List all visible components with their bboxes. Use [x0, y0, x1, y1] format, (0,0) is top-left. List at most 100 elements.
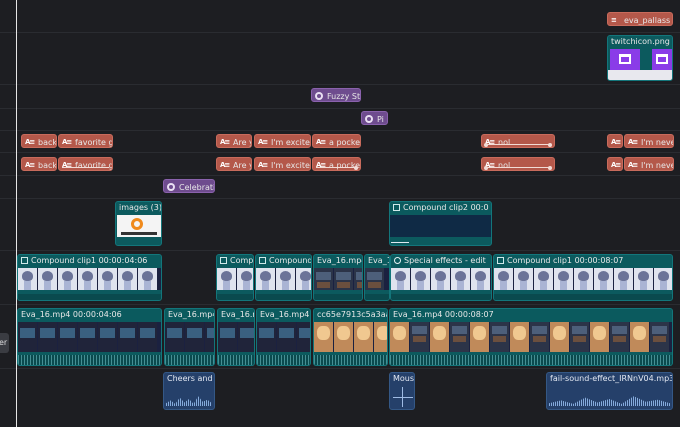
track-divider: [0, 32, 680, 33]
clip-label: favorite ga: [75, 160, 112, 170]
text-clip[interactable]: A≡I'm never: [624, 134, 674, 148]
text-clip[interactable]: A≡ nol: [481, 134, 555, 148]
special-effects-clip[interactable]: Special effects - edit: [390, 254, 492, 301]
overwatch-logo-thumbnail: [117, 215, 161, 237]
compound-clip[interactable]: Compound: [255, 254, 312, 301]
clip-label: Eva_16.mp4: [314, 255, 362, 267]
effect-clip-pi[interactable]: Pi: [361, 111, 388, 125]
text-clip[interactable]: A≡ I'm excited: [254, 157, 311, 171]
audio-waveform: [165, 355, 214, 365]
effect-clip-celebration[interactable]: Celebrati: [163, 179, 215, 193]
audio-clip-cheers[interactable]: Cheers and a: [163, 372, 215, 410]
video-clip-eva16[interactable]: Eva_16.mp4 00:00:08:07: [389, 308, 673, 366]
effect-icon: [167, 183, 175, 191]
side-panel-tab[interactable]: er: [0, 333, 9, 353]
clip-label: nol: [498, 160, 511, 170]
text-icon: A≡: [628, 138, 638, 146]
effect-clip-fuzzy[interactable]: Fuzzy St: [311, 88, 361, 102]
text-clip[interactable]: A≡ back: [21, 157, 57, 171]
text-clip[interactable]: A≡ nol: [481, 157, 555, 171]
effect-icon: [394, 257, 401, 264]
effect-icon: [315, 92, 323, 100]
compound-clip1[interactable]: Compound clip1 00:00:08:07: [493, 254, 673, 301]
text-clip[interactable]: A≡ Are y: [216, 157, 252, 171]
text-icon: A≡: [611, 138, 621, 146]
clip-timecode: 00:00:08:07: [574, 256, 624, 265]
text-clip[interactable]: A≡ I'm excited: [254, 134, 311, 148]
video-clip-eva16[interactable]: Eva_16.mp4: [164, 308, 215, 366]
clip-label: Eva_16.mp4: [21, 310, 71, 319]
audio-waveform: [166, 396, 212, 406]
clip-label: Eva_16.mp4: [218, 309, 254, 321]
clip-timecode: 00:00:04:06: [72, 310, 122, 319]
track-divider: [0, 130, 680, 131]
image-clip-images3[interactable]: images (3).p: [115, 201, 162, 246]
twitch-logo-thumbnail: [652, 49, 672, 71]
text-clip-eva-pallass[interactable]: ≡ eva_pallass: [607, 12, 673, 26]
audio-waveform: [390, 355, 672, 365]
clip-label: Eva_1: [365, 255, 389, 267]
video-clip-cc65[interactable]: cc65e7913c5a3aac: [313, 308, 388, 366]
track-divider: [0, 175, 680, 176]
compound-icon: [497, 257, 504, 264]
image-clip-twitchicon[interactable]: twitchicon.png: [607, 35, 673, 81]
compound-icon: [21, 257, 28, 264]
text-clip[interactable]: A≡I'm never: [624, 157, 674, 171]
clip-label: Celebrati: [179, 182, 215, 192]
clip-label: back: [38, 160, 57, 170]
clip-label: Special effects - edit: [404, 256, 486, 265]
video-clip[interactable]: Eva_1: [364, 254, 390, 301]
text-clip[interactable]: A≡ a pocket: [312, 134, 361, 148]
clip-label: I'm excited: [271, 137, 311, 147]
track-divider: [0, 152, 680, 153]
twitch-logo-thumbnail: [610, 49, 640, 71]
audio-clip-mouse[interactable]: Mouse: [389, 372, 415, 410]
track-divider: [0, 368, 680, 369]
audio-waveform: [18, 355, 161, 365]
video-clip[interactable]: Eva_16.mp4: [313, 254, 363, 301]
text-icon: A≡: [258, 138, 268, 146]
audio-waveform: [218, 355, 254, 365]
video-clip-eva16[interactable]: Eva_16.mp4: [256, 308, 311, 366]
audio-waveform: [314, 355, 387, 365]
clip-label: Eva_16.mp4: [165, 309, 214, 321]
clip-label: favorite ga: [75, 137, 112, 147]
clip-label: I'm excited: [271, 160, 311, 170]
compound-clip[interactable]: Compou: [216, 254, 254, 301]
text-icon: A≡: [25, 161, 35, 169]
clip-label: fail-sound-effect_IRNnV04.mp3: [550, 374, 673, 383]
clip-label: I'm never: [641, 137, 673, 147]
clip-label: twitchicon.png: [608, 36, 672, 48]
clip-label: Compound clip1: [507, 256, 573, 265]
audio-clip-fail-sound[interactable]: fail-sound-effect_IRNnV04.mp3: [546, 372, 673, 410]
timeline[interactable]: er ≡ eva_pallass twitchicon.png Fuzzy St …: [0, 0, 680, 427]
clip-label: I'm never: [641, 160, 673, 170]
text-icon: A≡: [316, 138, 326, 146]
clip-label: nol: [498, 137, 511, 147]
text-clip[interactable]: A≡ a pocket: [312, 157, 361, 171]
clip-timecode: 00:0: [470, 203, 489, 212]
audio-waveform: [257, 355, 310, 365]
effect-icon: [365, 115, 373, 123]
text-clip[interactable]: A≡I: [607, 157, 623, 171]
video-clip-eva16[interactable]: Eva_16.mp4: [217, 308, 255, 366]
playhead[interactable]: [16, 0, 17, 427]
compound-icon: [220, 257, 227, 264]
clip-label: Fuzzy St: [327, 91, 361, 101]
text-clip[interactable]: A≡favorite ga: [58, 157, 113, 171]
track-divider: [0, 304, 680, 305]
text-icon: A≡: [258, 161, 268, 169]
text-clip[interactable]: A≡ back: [21, 134, 57, 148]
text-clip[interactable]: A≡ Are y: [216, 134, 252, 148]
compound-clip2[interactable]: Compound clip2 00:0: [389, 201, 492, 246]
clip-label: Are y: [233, 137, 252, 147]
clip-label: cc65e7913c5a3aac: [314, 309, 387, 321]
text-icon: A≡: [25, 138, 35, 146]
text-icon: A≡: [611, 161, 621, 169]
text-clip[interactable]: A≡I: [607, 134, 623, 148]
clip-label: eva_pallass: [624, 15, 671, 25]
text-clip[interactable]: A≡favorite ga: [58, 134, 113, 148]
video-clip-eva16[interactable]: Eva_16.mp4 00:00:04:06: [17, 308, 162, 366]
compound-icon: [259, 257, 266, 264]
compound-clip1[interactable]: Compound clip1 00:00:04:06: [17, 254, 162, 301]
